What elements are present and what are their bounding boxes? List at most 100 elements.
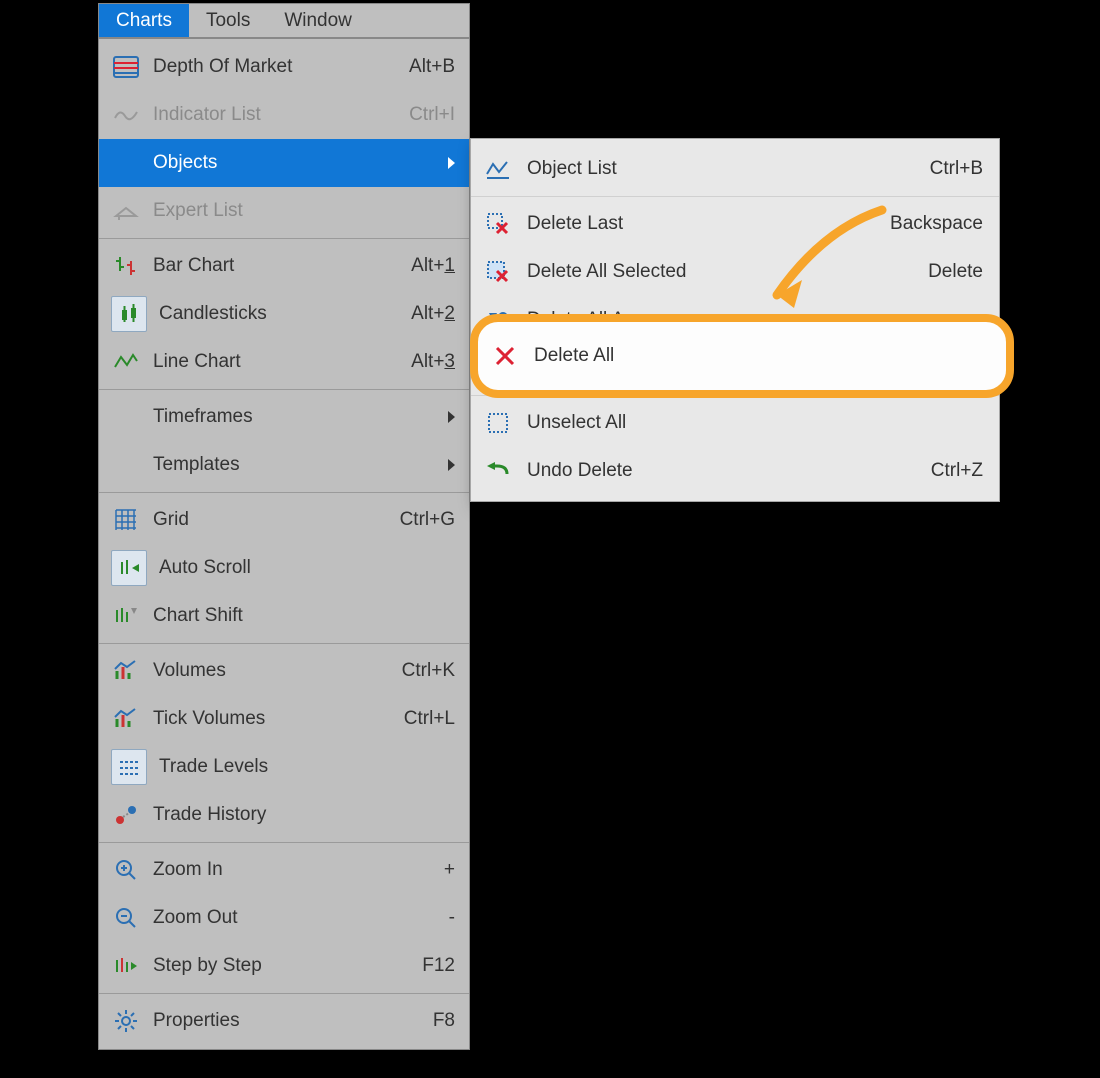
menu-zoom-in[interactable]: Zoom In + xyxy=(99,846,469,894)
submenu-unselect-all[interactable]: Unselect All xyxy=(471,399,999,447)
menu-line-chart-label: Line Chart xyxy=(153,351,411,373)
menu-zoom-out-label: Zoom Out xyxy=(153,907,449,929)
menu-step-by-step[interactable]: Step by Step F12 xyxy=(99,942,469,990)
submenu-undo-delete-shortcut: Ctrl+Z xyxy=(931,460,983,482)
zoom-out-icon xyxy=(111,903,141,933)
menu-tick-volumes-shortcut: Ctrl+L xyxy=(404,708,455,730)
volumes-icon xyxy=(111,656,141,686)
menu-zoom-out-shortcut: - xyxy=(449,907,455,929)
menu-auto-scroll[interactable]: Auto Scroll xyxy=(99,544,469,592)
menu-step-by-step-shortcut: F12 xyxy=(422,955,455,977)
submenu-unselect-all-label: Unselect All xyxy=(527,412,983,434)
submenu-delete-all-label: Delete All xyxy=(534,345,995,367)
submenu-delete-last[interactable]: Delete Last Backspace xyxy=(471,200,999,248)
menu-trade-history[interactable]: Trade History xyxy=(99,791,469,839)
menu-separator xyxy=(99,842,469,843)
menu-candlesticks-label: Candlesticks xyxy=(159,303,411,325)
depth-of-market-icon xyxy=(111,52,141,82)
submenu-undo-delete-label: Undo Delete xyxy=(527,460,931,482)
unselect-all-icon xyxy=(483,408,513,438)
menubar-charts[interactable]: Charts xyxy=(99,4,189,37)
menu-tick-volumes-label: Tick Volumes xyxy=(153,708,404,730)
menu-templates[interactable]: Templates xyxy=(99,441,469,489)
submenu-object-list-shortcut: Ctrl+B xyxy=(930,158,983,180)
menu-depth-of-market-label: Depth Of Market xyxy=(153,56,409,78)
menu-chart-shift[interactable]: Chart Shift xyxy=(99,592,469,640)
submenu-separator xyxy=(471,395,999,396)
menu-depth-of-market-shortcut: Alt+B xyxy=(409,56,455,78)
menubar-window-label: Window xyxy=(284,10,352,32)
menu-bar-chart-shortcut: Alt+1 xyxy=(411,255,455,277)
properties-icon xyxy=(111,1006,141,1036)
menu-zoom-in-label: Zoom In xyxy=(153,859,444,881)
menu-objects[interactable]: Objects xyxy=(99,139,469,187)
menu-candlesticks-shortcut: Alt+2 xyxy=(411,303,455,325)
menu-line-chart-shortcut: Alt+3 xyxy=(411,351,455,373)
submenu-delete-all-arrows-label: Delete All Arrows xyxy=(527,309,983,331)
menu-indicator-list-shortcut: Ctrl+I xyxy=(409,104,455,126)
menu-bar-chart[interactable]: Bar Chart Alt+1 xyxy=(99,242,469,290)
menu-chart-shift-label: Chart Shift xyxy=(153,605,455,627)
menubar-tools[interactable]: Tools xyxy=(189,4,267,37)
menu-separator xyxy=(99,238,469,239)
tick-volumes-icon xyxy=(111,704,141,734)
menu-expert-list-label: Expert List xyxy=(153,200,455,222)
submenu-delete-last-shortcut: Backspace xyxy=(890,213,983,235)
submenu-arrow-icon xyxy=(448,157,455,169)
submenu-delete-all-selected-shortcut: Delete xyxy=(928,261,983,283)
submenu-delete-all[interactable]: Delete All xyxy=(490,329,995,382)
menu-candlesticks[interactable]: Candlesticks Alt+2 xyxy=(99,290,469,338)
submenu-delete-all-selected-label: Delete All Selected xyxy=(527,261,928,283)
objects-submenu: Object List Ctrl+B Delete Last Backspace… xyxy=(470,138,1000,502)
menu-separator xyxy=(99,389,469,390)
zoom-in-icon xyxy=(111,855,141,885)
menu-trade-levels[interactable]: Trade Levels xyxy=(99,743,469,791)
menubar-window[interactable]: Window xyxy=(267,4,369,37)
submenu-object-list[interactable]: Object List Ctrl+B xyxy=(471,145,999,193)
step-by-step-icon xyxy=(111,951,141,981)
menu-grid-shortcut: Ctrl+G xyxy=(400,509,455,531)
menu-auto-scroll-label: Auto Scroll xyxy=(159,557,455,579)
delete-all-selected-icon xyxy=(483,257,513,287)
grid-icon xyxy=(111,505,141,535)
object-list-icon xyxy=(483,154,513,184)
blank-icon xyxy=(111,148,141,178)
charts-menu: Depth Of Market Alt+B Indicator List Ctr… xyxy=(98,38,470,1050)
menubar: Charts Tools Window xyxy=(98,3,470,38)
menu-zoom-in-shortcut: + xyxy=(444,859,455,881)
menu-timeframes[interactable]: Timeframes xyxy=(99,393,469,441)
menubar-charts-label: Charts xyxy=(116,10,172,32)
menu-depth-of-market[interactable]: Depth Of Market Alt+B xyxy=(99,43,469,91)
submenu-delete-all-selected[interactable]: Delete All Selected Delete xyxy=(471,248,999,296)
menu-volumes-shortcut: Ctrl+K xyxy=(402,660,455,682)
menu-volumes-label: Volumes xyxy=(153,660,402,682)
menu-grid-label: Grid xyxy=(153,509,400,531)
menu-properties[interactable]: Properties F8 xyxy=(99,997,469,1045)
menu-step-by-step-label: Step by Step xyxy=(153,955,422,977)
submenu-arrow-icon xyxy=(448,411,455,423)
menu-separator xyxy=(99,993,469,994)
line-chart-icon xyxy=(111,347,141,377)
menu-indicator-list-label: Indicator List xyxy=(153,104,409,126)
menu-tick-volumes[interactable]: Tick Volumes Ctrl+L xyxy=(99,695,469,743)
menu-expert-list: Expert List xyxy=(99,187,469,235)
delete-all-icon xyxy=(490,341,520,371)
menu-separator xyxy=(99,492,469,493)
auto-scroll-icon xyxy=(111,550,147,586)
submenu-undo-delete[interactable]: Undo Delete Ctrl+Z xyxy=(471,447,999,495)
menu-objects-label: Objects xyxy=(153,152,448,174)
menu-bar-chart-label: Bar Chart xyxy=(153,255,411,277)
menu-timeframes-label: Timeframes xyxy=(153,406,448,428)
candlesticks-icon xyxy=(111,296,147,332)
menu-trade-levels-label: Trade Levels xyxy=(159,756,455,778)
menubar-tools-label: Tools xyxy=(206,10,250,32)
menu-volumes[interactable]: Volumes Ctrl+K xyxy=(99,647,469,695)
menu-zoom-out[interactable]: Zoom Out - xyxy=(99,894,469,942)
menu-indicator-list: Indicator List Ctrl+I xyxy=(99,91,469,139)
menu-trade-history-label: Trade History xyxy=(153,804,455,826)
menu-line-chart[interactable]: Line Chart Alt+3 xyxy=(99,338,469,386)
menu-grid[interactable]: Grid Ctrl+G xyxy=(99,496,469,544)
menu-templates-label: Templates xyxy=(153,454,448,476)
expert-list-icon xyxy=(111,196,141,226)
submenu-separator xyxy=(471,196,999,197)
